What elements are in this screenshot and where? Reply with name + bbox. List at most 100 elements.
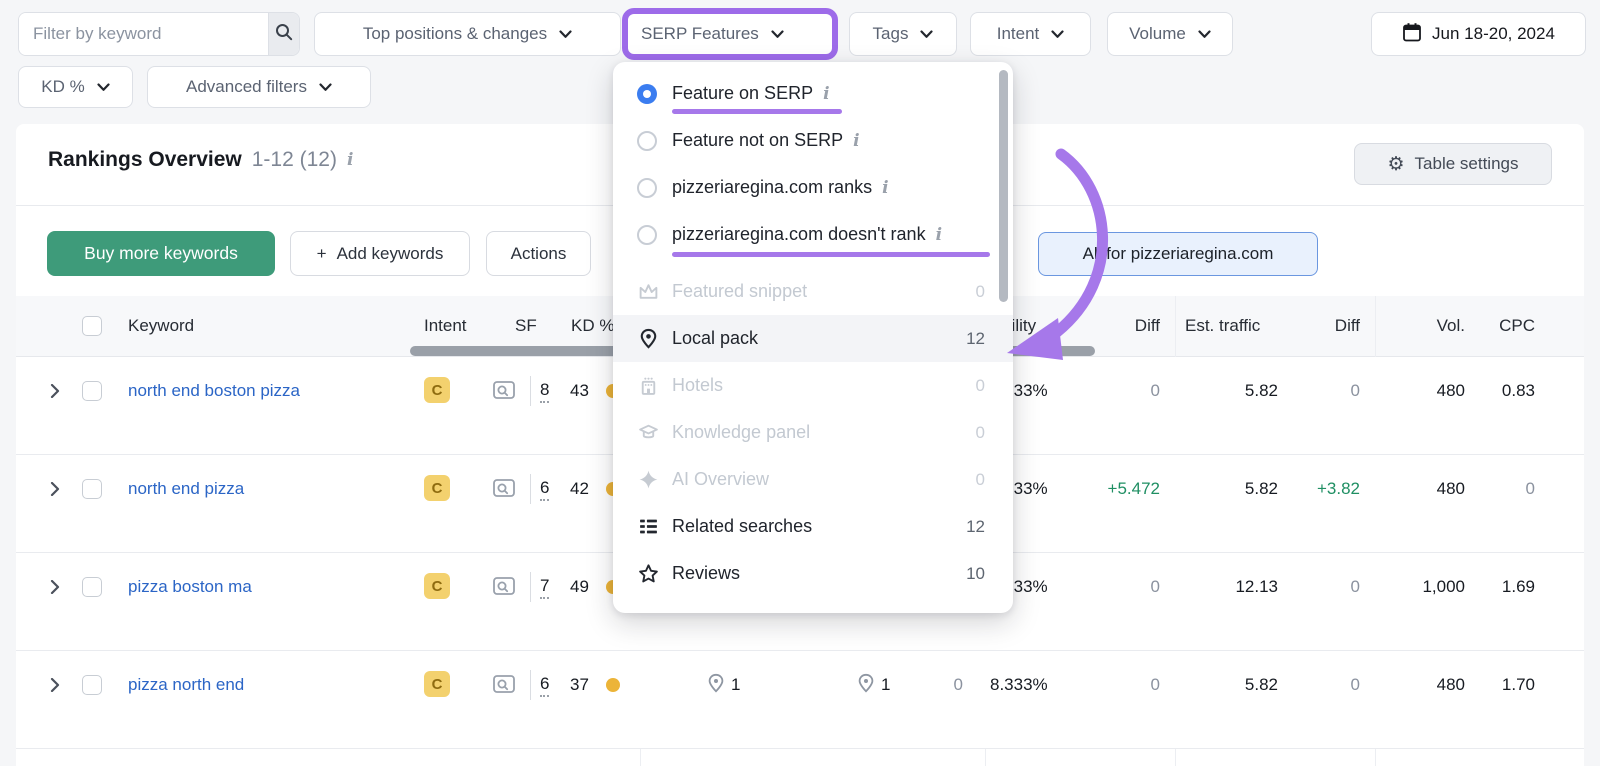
actions-button[interactable]: Actions bbox=[486, 231, 591, 276]
feature-item-knowledge-panel[interactable]: Knowledge panel 0 bbox=[613, 409, 1013, 456]
keyword-link[interactable]: pizza north end bbox=[128, 665, 244, 705]
local-pack-position: 1 bbox=[706, 665, 740, 705]
serp-preview-icon[interactable] bbox=[492, 371, 516, 411]
serp-features-filter-button[interactable]: SERP Features bbox=[622, 8, 838, 60]
feature-item-reviews[interactable]: Reviews 10 bbox=[613, 550, 1013, 597]
cpc-value: 1.69 bbox=[1502, 567, 1535, 607]
list-icon bbox=[637, 516, 659, 537]
buy-more-keywords-button[interactable]: Buy more keywords bbox=[47, 231, 275, 276]
kd-value: 49 bbox=[570, 567, 589, 607]
select-all-checkbox[interactable] bbox=[82, 316, 102, 336]
serp-preview-icon[interactable] bbox=[492, 469, 516, 509]
feature-label: Related searches bbox=[672, 516, 812, 537]
position-value[interactable]: 8 bbox=[540, 371, 549, 411]
dropdown-scrollbar[interactable] bbox=[999, 70, 1008, 302]
advanced-filters-button[interactable]: Advanced filters bbox=[147, 66, 371, 108]
position-value[interactable]: 7 bbox=[540, 567, 549, 607]
feature-item-local-pack[interactable]: Local pack 12 bbox=[613, 315, 1013, 362]
radio-label: Feature not on SERP bbox=[672, 130, 843, 151]
keyword-link[interactable]: north end pizza bbox=[128, 469, 244, 509]
intent-label: Intent bbox=[997, 24, 1040, 44]
expand-chevron-icon[interactable] bbox=[50, 665, 60, 705]
chevron-down-icon bbox=[920, 30, 933, 39]
row-checkbox[interactable] bbox=[82, 479, 102, 499]
cell-divider bbox=[530, 376, 531, 406]
row-checkbox[interactable] bbox=[82, 675, 102, 695]
info-icon[interactable]: i bbox=[823, 84, 829, 104]
volume-value: 480 bbox=[1437, 371, 1465, 411]
position-number: 1 bbox=[881, 675, 890, 695]
serp-preview-icon[interactable] bbox=[492, 567, 516, 607]
feature-item-ai-overview[interactable]: AI Overview 0 bbox=[613, 456, 1013, 503]
feature-count: 12 bbox=[966, 329, 985, 349]
feature-item-featured-snippet[interactable]: Featured snippet 0 bbox=[613, 268, 1013, 315]
all-for-domain-chip[interactable]: All for pizzeriaregina.com bbox=[1038, 232, 1318, 276]
radio-icon[interactable] bbox=[637, 225, 657, 245]
keyword-link[interactable]: pizza boston ma bbox=[128, 567, 252, 607]
feature-label: Reviews bbox=[672, 563, 740, 584]
radio-label: pizzeriaregina.com ranks bbox=[672, 177, 872, 198]
expand-chevron-icon[interactable] bbox=[50, 567, 60, 607]
all-for-domain-label: All for pizzeriaregina.com bbox=[1083, 244, 1274, 264]
cell-divider bbox=[530, 474, 531, 504]
radio-selected-icon[interactable] bbox=[637, 84, 657, 104]
feature-count: 0 bbox=[976, 470, 985, 490]
local-pack-position: 1 bbox=[856, 665, 890, 705]
tags-filter-button[interactable]: Tags bbox=[849, 12, 957, 56]
radio-option-domain-ranks[interactable]: pizzeriaregina.com ranks i bbox=[613, 164, 1013, 211]
intent-filter-button[interactable]: Intent bbox=[970, 12, 1091, 56]
column-header-cpc[interactable]: CPC bbox=[1499, 296, 1535, 356]
row-checkbox[interactable] bbox=[82, 381, 102, 401]
position-value[interactable]: 6 bbox=[540, 469, 549, 509]
keyword-link[interactable]: north end boston pizza bbox=[128, 371, 300, 411]
column-header-est-traffic[interactable]: Est. traffic bbox=[1185, 296, 1260, 356]
radio-option-feature-not-on-serp[interactable]: Feature not on SERP i bbox=[613, 117, 1013, 164]
building-icon bbox=[637, 375, 659, 396]
chevron-down-icon bbox=[559, 30, 572, 39]
add-keywords-button[interactable]: + Add keywords bbox=[290, 231, 470, 276]
top-positions-filter-button[interactable]: Top positions & changes bbox=[314, 12, 621, 56]
location-pin-icon bbox=[706, 673, 726, 698]
chevron-down-icon bbox=[1198, 30, 1211, 39]
serp-features-label: SERP Features bbox=[641, 24, 759, 44]
traffic-value: 12.13 bbox=[1235, 567, 1278, 607]
traffic-diff: +3.82 bbox=[1317, 469, 1360, 509]
feature-item-hotels[interactable]: Hotels 0 bbox=[613, 362, 1013, 409]
traffic-diff: 0 bbox=[1351, 567, 1360, 607]
column-header-diff[interactable]: Diff bbox=[1135, 296, 1160, 356]
serp-preview-icon[interactable] bbox=[492, 665, 516, 705]
info-icon[interactable]: i bbox=[853, 131, 859, 151]
volume-filter-button[interactable]: Volume bbox=[1107, 12, 1233, 56]
top-positions-label: Top positions & changes bbox=[363, 24, 547, 44]
calendar-icon bbox=[1402, 22, 1422, 47]
traffic-value: 5.82 bbox=[1245, 665, 1278, 705]
column-header-vol[interactable]: Vol. bbox=[1437, 296, 1465, 356]
radio-icon[interactable] bbox=[637, 178, 657, 198]
column-header-keyword[interactable]: Keyword bbox=[128, 296, 194, 356]
expand-chevron-icon[interactable] bbox=[50, 469, 60, 509]
row-checkbox[interactable] bbox=[82, 577, 102, 597]
kd-filter-button[interactable]: KD % bbox=[18, 66, 133, 108]
info-icon[interactable]: i bbox=[347, 150, 353, 170]
table-row: pizza north end C 6 37 1 1 0 8.333% 0 5.… bbox=[16, 651, 1584, 749]
date-range-button[interactable]: Jun 18-20, 2024 bbox=[1371, 12, 1586, 56]
table-settings-button[interactable]: ⚙ Table settings bbox=[1354, 143, 1552, 185]
radio-icon[interactable] bbox=[637, 131, 657, 151]
crown-icon bbox=[637, 282, 659, 301]
keyword-filter-input[interactable] bbox=[19, 13, 268, 55]
kd-value: 42 bbox=[570, 469, 589, 509]
info-icon[interactable]: i bbox=[936, 225, 942, 245]
radio-option-domain-doesnt-rank[interactable]: pizzeriaregina.com doesn't rank i bbox=[613, 211, 1013, 258]
radio-label: Feature on SERP bbox=[672, 83, 813, 104]
feature-item-related-searches[interactable]: Related searches 12 bbox=[613, 503, 1013, 550]
column-header-diff2[interactable]: Diff bbox=[1335, 296, 1360, 356]
keyword-filter bbox=[18, 12, 300, 56]
info-icon[interactable]: i bbox=[882, 178, 888, 198]
position-value[interactable]: 6 bbox=[540, 665, 549, 705]
chevron-down-icon bbox=[1051, 30, 1064, 39]
rankings-overview-page: { "filters": { "keyword_placeholder": "F… bbox=[0, 0, 1600, 766]
expand-chevron-icon[interactable] bbox=[50, 371, 60, 411]
visibility-value: 8.333% bbox=[990, 665, 1048, 705]
search-button[interactable] bbox=[268, 13, 299, 55]
cell-divider bbox=[530, 572, 531, 602]
